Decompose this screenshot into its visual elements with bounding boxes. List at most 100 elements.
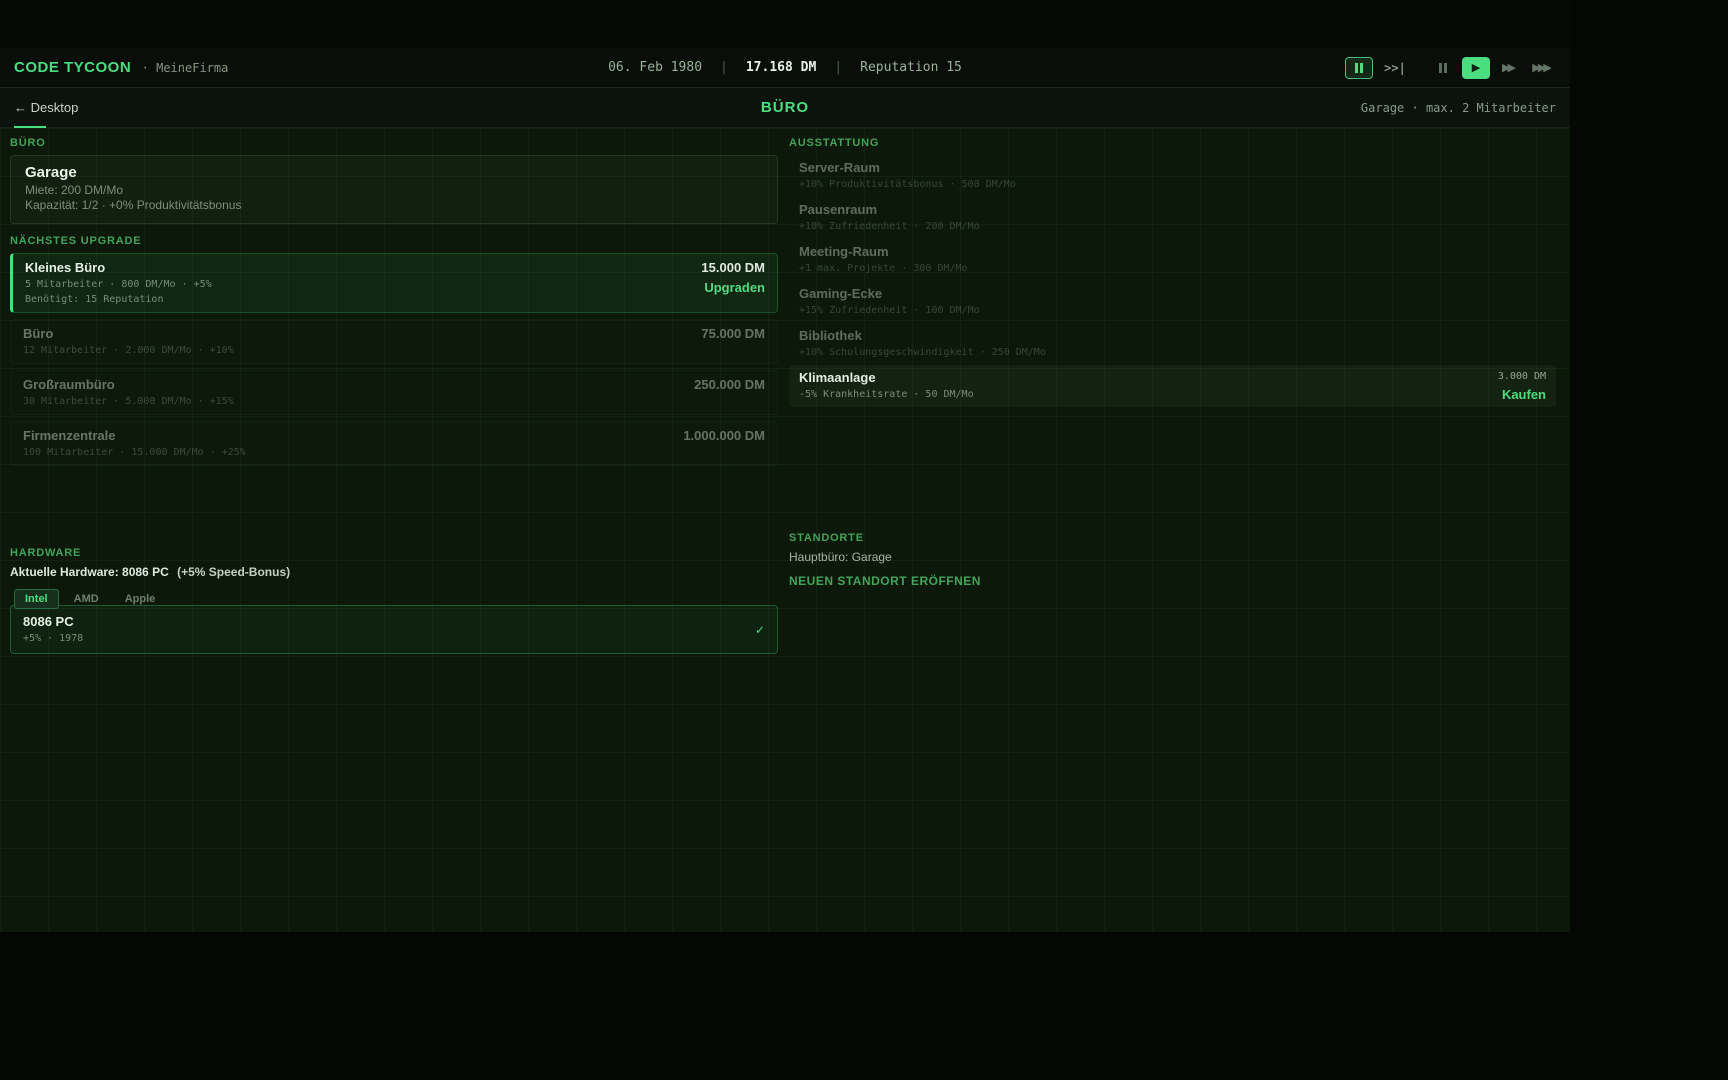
current-hardware-line: Aktuelle Hardware: 8086 PC (+5% Speed-Bo… [10, 565, 778, 579]
pause-toggle-button[interactable] [1345, 57, 1373, 79]
upgrade-name: Firmenzentrale [23, 428, 246, 444]
upgrade-details: 5 Mitarbeiter · 800 DM/Mo · +5% [25, 278, 212, 291]
upgrade-price: 75.000 DM [701, 326, 765, 342]
equipment-info: Gaming-Ecke +15% Zufriedenheit · 100 DM/… [799, 286, 980, 317]
equipment-item-klimaanlage: Klimaanlage -5% Krankheitsrate · 50 DM/M… [789, 365, 1556, 407]
window-top-strip [0, 0, 1570, 48]
equipment-info: Klimaanlage -5% Krankheitsrate · 50 DM/M… [799, 370, 974, 401]
divider: | [720, 60, 728, 75]
upgrade-requirement: Benötigt: 15 Reputation [25, 293, 212, 306]
step-forward-button[interactable]: >>| [1381, 57, 1409, 79]
hardware-brand-tabs: Intel AMD Apple [10, 589, 778, 609]
current-hardware-bonus: (+5% Speed-Bonus) [177, 565, 290, 579]
upgrade-button[interactable]: Upgraden [704, 280, 765, 295]
speed-1x-button[interactable]: ▶ [1462, 57, 1490, 79]
open-new-location-button[interactable]: NEUEN STANDORT ERÖFFNEN [789, 574, 981, 588]
upgrade-info: Büro 12 Mitarbeiter · 2.000 DM/Mo · +10% [23, 326, 234, 357]
upgrade-info: Großraumbüro 30 Mitarbeiter · 5.000 DM/M… [23, 377, 234, 408]
time-controls: >>| ▶ ▶▶ ▶▶▶ [1345, 57, 1556, 79]
speed-3x-button[interactable]: ▶▶▶ [1528, 57, 1556, 79]
top-bar: CODE TYCOON · MeineFirma 06. Feb 1980 | … [0, 48, 1570, 88]
locations-section: STANDORTE Hauptbüro: Garage NEUEN STANDO… [789, 531, 1556, 590]
upgrade-name: Kleines Büro [25, 260, 212, 276]
game-date: 06. Feb 1980 [608, 60, 702, 75]
brand-group: CODE TYCOON · MeineFirma [14, 59, 228, 77]
office-name: Garage [25, 164, 763, 181]
equipment-item-bibliothek: Bibliothek +10% Schulungsgeschwindigkeit… [789, 323, 1556, 364]
equipment-details: +15% Zufriedenheit · 100 DM/Mo [799, 304, 980, 317]
upgrade-details: 30 Mitarbeiter · 5.000 DM/Mo · +15% [23, 395, 234, 408]
equipment-name: Pausenraum [799, 202, 980, 218]
equipment-info: Bibliothek +10% Schulungsgeschwindigkeit… [799, 328, 1046, 359]
upgrade-price-group: 15.000 DM Upgraden [701, 260, 765, 295]
speed-2x-button[interactable]: ▶▶ [1495, 57, 1523, 79]
office-capacity: Kapazität: 1/2 · +0% Produktivitätsbonus [25, 198, 763, 213]
tab-amd[interactable]: AMD [63, 589, 110, 609]
hardware-details: +5% · 1978 [23, 632, 83, 645]
section-label-next-upgrade: NÄCHSTES UPGRADE [10, 234, 778, 248]
back-to-desktop-button[interactable]: ← Desktop [14, 100, 78, 115]
upgrade-info: Firmenzentrale 100 Mitarbeiter · 15.000 … [23, 428, 246, 459]
company-name: · MeineFirma [142, 61, 229, 75]
section-label-standorte: STANDORTE [789, 531, 1556, 545]
equipment-details: +1 max. Projekte · 300 DM/Mo [799, 262, 968, 275]
equipment-price: 3.000 DM [1498, 370, 1546, 384]
upgrade-item-kleines-buero: Kleines Büro 5 Mitarbeiter · 800 DM/Mo ·… [10, 253, 778, 313]
reputation-display: Reputation 15 [860, 60, 962, 75]
equipment-item-gaming-ecke: Gaming-Ecke +15% Zufriedenheit · 100 DM/… [789, 281, 1556, 322]
equipment-info: Server-Raum +10% Produktivitätsbonus · 5… [799, 160, 1016, 191]
tab-intel[interactable]: Intel [14, 589, 59, 609]
hardware-info: 8086 PC +5% · 1978 [23, 614, 83, 645]
upgrade-price: 1.000.000 DM [683, 428, 765, 444]
page-title: BÜRO [761, 99, 809, 116]
pause-icon [1355, 63, 1363, 73]
upgrade-item-firmenzentrale: Firmenzentrale 100 Mitarbeiter · 15.000 … [10, 421, 778, 466]
speed-pause-button[interactable] [1429, 57, 1457, 79]
status-cluster: 06. Feb 1980 | 17.168 DM | Reputation 15 [608, 60, 962, 75]
upgrade-name: Büro [23, 326, 234, 342]
upgrade-details: 12 Mitarbeiter · 2.000 DM/Mo · +10% [23, 344, 234, 357]
upgrade-price: 15.000 DM [701, 260, 765, 276]
upgrade-name: Großraumbüro [23, 377, 234, 393]
left-column: BÜRO Garage Miete: 200 DM/Mo Kapazität: … [10, 136, 778, 932]
check-icon: ✓ [755, 623, 765, 637]
hardware-name: 8086 PC [23, 614, 83, 630]
upgrade-item-buero: Büro 12 Mitarbeiter · 2.000 DM/Mo · +10%… [10, 319, 778, 364]
active-tab-indicator [14, 126, 46, 128]
right-column: AUSSTATTUNG Server-Raum +10% Produktivit… [789, 136, 1556, 932]
upgrade-price: 250.000 DM [694, 377, 765, 393]
main-office-line: Hauptbüro: Garage [789, 550, 1556, 564]
hardware-section: HARDWARE Aktuelle Hardware: 8086 PC (+5%… [10, 546, 778, 654]
office-rent: Miete: 200 DM/Mo [25, 183, 763, 198]
upgrade-price-group: 75.000 DM [701, 326, 765, 342]
office-status-summary: Garage · max. 2 Mitarbeiter [1361, 101, 1556, 115]
section-label-hardware: HARDWARE [10, 546, 778, 560]
buy-button[interactable]: Kaufen [1502, 387, 1546, 402]
speed-group: ▶ ▶▶ ▶▶▶ [1429, 57, 1556, 79]
equipment-item-meeting-raum: Meeting-Raum +1 max. Projekte · 300 DM/M… [789, 239, 1556, 280]
hardware-item-8086-pc[interactable]: 8086 PC +5% · 1978 ✓ [10, 605, 778, 654]
current-office-card: Garage Miete: 200 DM/Mo Kapazität: 1/2 ·… [10, 155, 778, 224]
equipment-details: +10% Produktivitätsbonus · 500 DM/Mo [799, 178, 1016, 191]
upgrade-details: 100 Mitarbeiter · 15.000 DM/Mo · +25% [23, 446, 246, 459]
upgrade-item-grossraumbuero: Großraumbüro 30 Mitarbeiter · 5.000 DM/M… [10, 370, 778, 415]
sub-header: ← Desktop BÜRO Garage · max. 2 Mitarbeit… [0, 88, 1570, 128]
upgrade-price-group: 250.000 DM [694, 377, 765, 393]
equipment-name: Meeting-Raum [799, 244, 968, 260]
equipment-info: Meeting-Raum +1 max. Projekte · 300 DM/M… [799, 244, 968, 275]
tab-apple[interactable]: Apple [114, 589, 167, 609]
equipment-details: +10% Zufriedenheit · 200 DM/Mo [799, 220, 980, 233]
equipment-info: Pausenraum +10% Zufriedenheit · 200 DM/M… [799, 202, 980, 233]
current-hardware-label: Aktuelle Hardware: 8086 PC [10, 565, 169, 579]
main-content: BÜRO Garage Miete: 200 DM/Mo Kapazität: … [0, 128, 1570, 932]
money-display: 17.168 DM [746, 60, 816, 75]
upgrade-price-group: 1.000.000 DM [683, 428, 765, 444]
section-label-ausstattung: AUSSTATTUNG [789, 136, 1556, 150]
equipment-name: Gaming-Ecke [799, 286, 980, 302]
equipment-price-group: 3.000 DM Kaufen [1498, 370, 1546, 402]
pause-icon [1439, 63, 1447, 73]
section-label-buero: BÜRO [10, 136, 778, 150]
equipment-item-pausenraum: Pausenraum +10% Zufriedenheit · 200 DM/M… [789, 197, 1556, 238]
equipment-details: -5% Krankheitsrate · 50 DM/Mo [799, 388, 974, 401]
app-window: CODE TYCOON · MeineFirma 06. Feb 1980 | … [0, 0, 1570, 932]
